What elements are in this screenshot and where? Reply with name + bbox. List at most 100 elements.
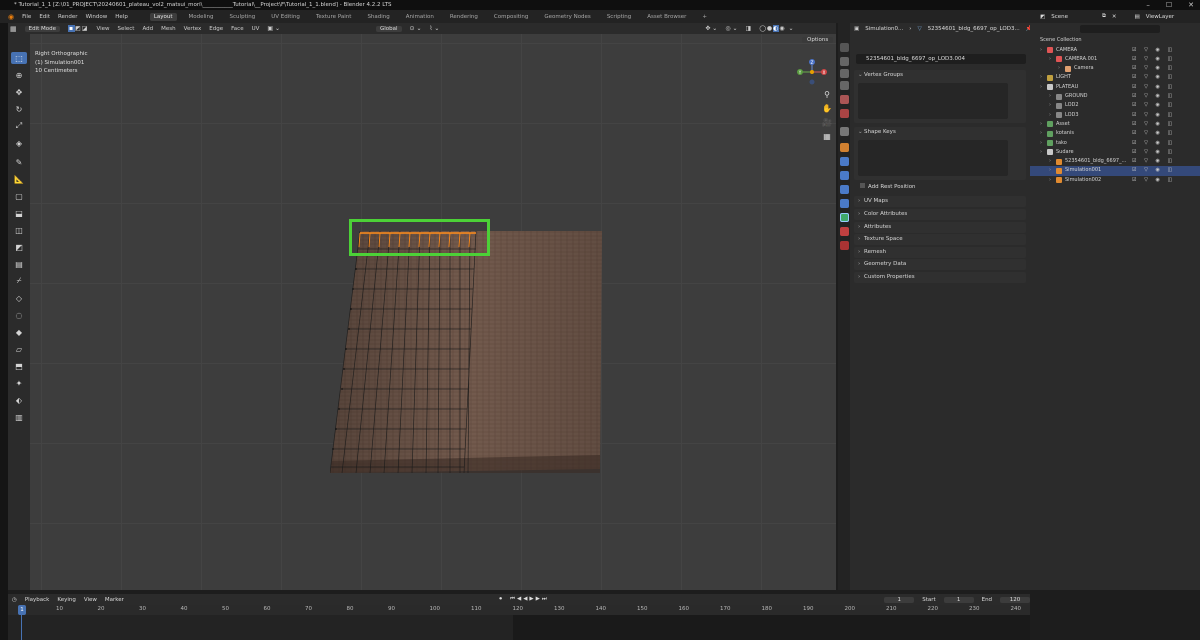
menu-view[interactable]: View (84, 597, 97, 603)
outliner-root[interactable]: Scene Collection (1030, 36, 1200, 45)
panel-header-color-attributes[interactable]: Color Attributes (854, 209, 1026, 220)
constraints-tab-icon[interactable] (840, 199, 849, 208)
outliner-row[interactable]: › Camera ☑ ▽ ◉ ◫ (1030, 64, 1200, 73)
collection-tab-icon[interactable] (840, 127, 849, 136)
tab-geometry-nodes[interactable]: Geometry Nodes (540, 13, 594, 21)
tab-texture-paint[interactable]: Texture Paint (312, 13, 356, 21)
visibility-toggle-icons[interactable]: ☑ ▽ ◉ ◫ (1132, 120, 1175, 129)
menu-vertex[interactable]: Vertex (184, 26, 202, 32)
panel-header-texture-space[interactable]: Texture Space (854, 234, 1026, 245)
current-frame-field[interactable]: 1 (884, 596, 915, 603)
material-tab-icon[interactable] (840, 227, 849, 236)
navigation-gizmo[interactable]: Z X Y (794, 58, 830, 88)
zoom-icon[interactable]: ⚲ (820, 90, 834, 102)
panel-header-remesh[interactable]: Remesh (854, 247, 1026, 258)
gizmo-toggle-icon[interactable]: ✥ ⌄ (705, 25, 717, 32)
overlays-icon[interactable]: ◎ ⌄ (725, 25, 737, 32)
expand-chevron-icon[interactable]: › (1040, 73, 1042, 82)
tab-asset-browser[interactable]: Asset Browser (643, 13, 690, 21)
outliner-row[interactable]: › LOD2 ☑ ▽ ◉ ◫ (1030, 101, 1200, 110)
menu-window[interactable]: Window (86, 14, 108, 20)
tab-animation[interactable]: Animation (402, 13, 438, 21)
expand-chevron-icon[interactable]: › (1049, 157, 1051, 166)
tab-scripting[interactable]: Scripting (603, 13, 635, 21)
new-scene-icon[interactable]: ⧉ (1102, 13, 1106, 20)
cursor-tool-icon[interactable]: ⊕ (11, 69, 27, 81)
delete-scene-icon[interactable]: ✕ (1112, 14, 1117, 20)
outliner-row[interactable]: › Simulation001 ☑ ▽ ◉ ◫ (1030, 166, 1200, 176)
outliner-row[interactable]: › PLATEAU ☑ ▽ ◉ ◫ (1030, 83, 1200, 92)
expand-chevron-icon[interactable]: › (1049, 101, 1051, 110)
visibility-toggle-icons[interactable]: ☑ ▽ ◉ ◫ (1132, 157, 1175, 166)
tab-compositing[interactable]: Compositing (490, 13, 532, 21)
menu-add[interactable]: Add (142, 26, 153, 32)
particles-tab-icon[interactable] (840, 171, 849, 180)
tab-sculpting[interactable]: Sculpting (226, 13, 260, 21)
expand-chevron-icon[interactable]: › (1040, 129, 1042, 138)
breadcrumb-object[interactable]: Simulation0... (865, 26, 903, 32)
editor-type-icon[interactable]: ▦ (10, 25, 17, 33)
outliner-row[interactable]: › Asset ☑ ▽ ◉ ◫ (1030, 120, 1200, 129)
fabric-mesh[interactable] (330, 229, 602, 473)
world-tab-icon[interactable] (840, 109, 849, 118)
tab-rendering[interactable]: Rendering (446, 13, 482, 21)
add-workspace-button[interactable]: + (698, 13, 711, 21)
outliner-row[interactable]: › tako ☑ ▽ ◉ ◫ (1030, 139, 1200, 148)
spin-tool-icon[interactable]: ◌ (11, 309, 27, 321)
select-box-tool-icon[interactable]: ⬚ (11, 52, 27, 64)
expand-chevron-icon[interactable]: › (1040, 46, 1042, 55)
visibility-toggle-icons[interactable]: ☑ ▽ ◉ ◫ (1132, 111, 1175, 120)
tab-modeling[interactable]: Modeling (185, 13, 218, 21)
inset-tool-icon[interactable]: ◫ (11, 224, 27, 236)
panel-header-shape-keys[interactable]: Shape Keys (854, 127, 1026, 138)
visibility-toggle-icons[interactable]: ☑ ▽ ◉ ◫ (1132, 139, 1175, 148)
texture-tab-icon[interactable] (840, 241, 849, 250)
outliner-row[interactable]: › GROUND ☑ ▽ ◉ ◫ (1030, 92, 1200, 101)
view-layer-tab-icon[interactable] (840, 81, 849, 90)
menu-render[interactable]: Render (58, 14, 78, 20)
expand-chevron-icon[interactable]: › (1049, 111, 1051, 120)
visibility-toggle-icons[interactable]: ☑ ▽ ◉ ◫ (1132, 148, 1175, 157)
view-layer-selector[interactable]: ViewLayer (1146, 14, 1174, 20)
menu-keying[interactable]: Keying (57, 597, 75, 603)
end-frame-field[interactable]: 120 (1000, 596, 1030, 603)
timeline-editor-icon[interactable]: ◷ (12, 597, 17, 603)
menu-view[interactable]: View (96, 26, 109, 32)
outliner-row[interactable]: › CAMERA.001 ☑ ▽ ◉ ◫ (1030, 55, 1200, 64)
physics-tab-icon[interactable] (840, 185, 849, 194)
record-icon[interactable]: ⏺ (499, 596, 502, 603)
rip-tool-icon[interactable]: ⬖ (11, 394, 27, 406)
transform-orientation-dropdown[interactable]: Global (375, 25, 402, 32)
menu-help[interactable]: Help (115, 14, 128, 20)
playback-controls[interactable]: ⏮◀◀▶▶⏭ (510, 596, 549, 603)
xray-icon[interactable]: ◨ (746, 25, 752, 32)
options-dropdown[interactable]: Options (802, 37, 834, 43)
shear-tool-icon[interactable]: ✦ (11, 377, 27, 389)
shading-modes-icon[interactable]: ◯●◐◉ ⌄ (759, 25, 794, 32)
outliner-row[interactable]: › Sudare ☑ ▽ ◉ ◫ (1030, 148, 1200, 157)
menu-edit[interactable]: Edit (39, 14, 50, 20)
pan-hand-icon[interactable]: ✋ (820, 104, 834, 116)
pivot-icon[interactable]: ⊙ ⌄ (410, 25, 422, 32)
rotate-tool-icon[interactable]: ↻ (11, 103, 27, 115)
visibility-toggle-icons[interactable]: ☑ ▽ ◉ ◫ (1132, 129, 1175, 138)
close-button[interactable]: ✕ (1188, 0, 1194, 10)
expand-chevron-icon[interactable]: › (1049, 166, 1051, 175)
expand-chevron-icon[interactable]: › (1040, 83, 1042, 92)
visibility-toggle-icons[interactable]: ☑ ▽ ◉ ◫ (1132, 166, 1175, 175)
outliner-row[interactable]: › CAMERA ☑ ▽ ◉ ◫ (1030, 46, 1200, 55)
knife-tool-icon[interactable]: ⌿ (11, 275, 27, 287)
extrude-tool-icon[interactable]: ⬓ (11, 207, 27, 219)
loop-cut-tool-icon[interactable]: ▤ (11, 258, 27, 270)
visibility-toggle-icons[interactable]: ☑ ▽ ◉ ◫ (1132, 64, 1175, 73)
scene-selector[interactable]: Scene (1051, 14, 1068, 20)
data-tab-icon[interactable] (840, 213, 849, 222)
expand-chevron-icon[interactable]: › (1058, 64, 1060, 73)
menu-marker[interactable]: Marker (105, 597, 124, 603)
menu-select[interactable]: Select (118, 26, 135, 32)
tab-uv-editing[interactable]: UV Editing (267, 13, 304, 21)
visibility-toggle-icons[interactable]: ☑ ▽ ◉ ◫ (1132, 83, 1175, 92)
visibility-toggle-icons[interactable]: ☑ ▽ ◉ ◫ (1132, 55, 1175, 64)
visibility-toggle-icons[interactable]: ☑ ▽ ◉ ◫ (1132, 73, 1175, 82)
camera-view-icon[interactable]: 🎥 (820, 118, 834, 130)
